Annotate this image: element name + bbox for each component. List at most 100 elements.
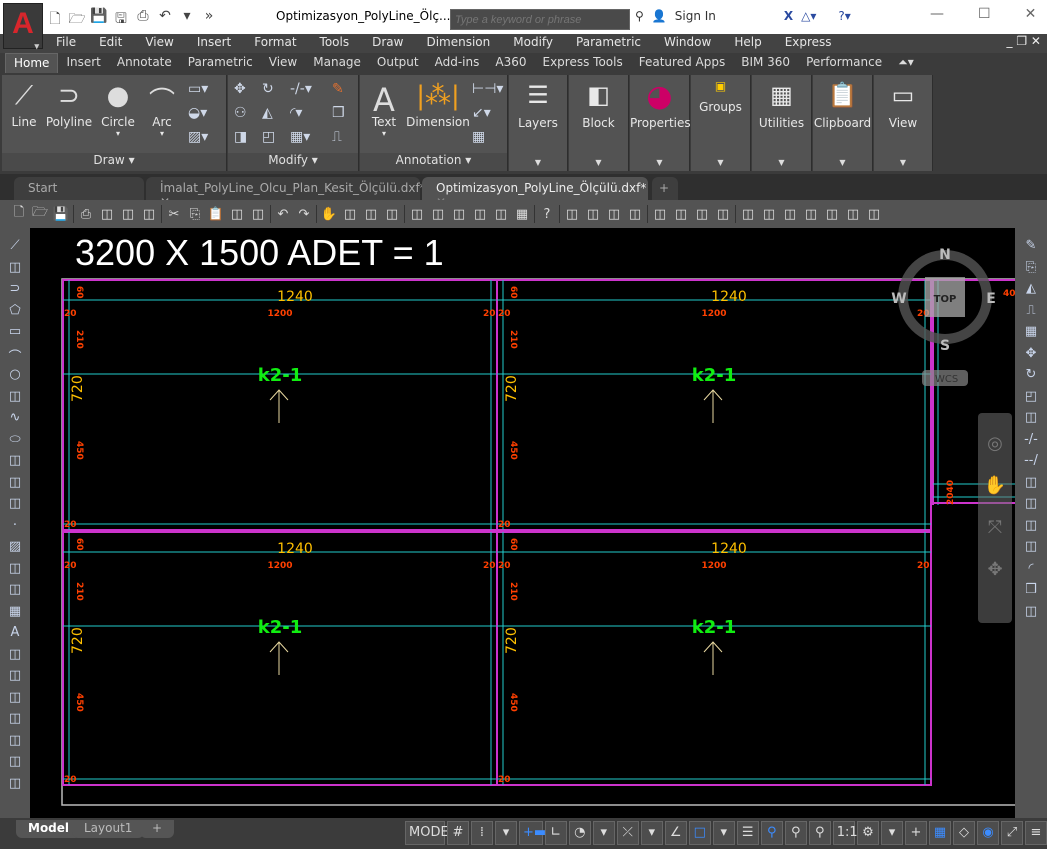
dim-diameter-icon[interactable]: ◫ xyxy=(693,207,711,222)
array-icon[interactable]: ▦▾ xyxy=(290,129,310,145)
zoom-object-icon[interactable]: ◫ xyxy=(4,754,26,774)
open-icon[interactable]: 🗁 xyxy=(68,8,86,32)
compass-west[interactable]: W xyxy=(891,291,906,307)
new-tab-button[interactable]: + xyxy=(652,177,678,200)
snap-button[interactable]: ⁞ xyxy=(470,821,493,845)
dropdown-icon[interactable]: ▾ xyxy=(178,8,196,32)
minimize-ribbon-button[interactable]: ⏶▾ xyxy=(890,53,922,73)
redo-icon[interactable]: ↷ xyxy=(295,207,313,222)
extend-icon[interactable]: --/ xyxy=(1020,453,1042,473)
dim-angular-icon[interactable]: ◫ xyxy=(714,207,732,222)
trim-icon[interactable]: -/-▾ xyxy=(290,81,312,97)
copy-icon[interactable]: ⎘ xyxy=(186,207,204,222)
add-selected-icon[interactable]: ◫ xyxy=(4,647,26,667)
dropdown-button[interactable]: ▾ xyxy=(712,821,735,845)
copy-icon[interactable]: ⎘ xyxy=(1020,260,1042,280)
sign-in-area[interactable]: ⚲ 👤 Sign In X △▾ ?▾ xyxy=(635,9,851,23)
tab-bim-360[interactable]: BIM 360 xyxy=(733,53,798,73)
zoom-window-icon[interactable]: ◫ xyxy=(362,207,380,222)
properties-icon[interactable]: ◫ xyxy=(408,207,426,222)
annotation-panel-title[interactable]: Annotation ▾ xyxy=(360,153,507,171)
clipboard-panel[interactable]: 📋 Clipboard ▼ xyxy=(813,75,873,171)
menu-file[interactable]: File xyxy=(56,34,85,53)
tab-home[interactable]: Home xyxy=(5,53,59,73)
print-icon[interactable]: ⎙ xyxy=(134,8,152,32)
drawing-canvas[interactable]: 3200 X 1500 ADET = 1 1240 1200 20 20 20 60 210… xyxy=(30,228,1015,818)
workspace-gear-button[interactable]: ⚙ xyxy=(857,821,879,845)
save-as-icon[interactable]: 🖫 xyxy=(112,8,130,32)
make-block-icon[interactable]: ◫ xyxy=(4,496,26,516)
isolate-button[interactable]: ◇ xyxy=(953,821,975,845)
3d-orbit-icon[interactable]: ◫ xyxy=(1020,604,1042,624)
block-panel[interactable]: ◧ Block ▼ xyxy=(569,75,629,171)
gradient-icon[interactable]: ◫ xyxy=(4,561,26,581)
arc-button[interactable]: ⌒ Arc ▾ xyxy=(144,81,180,138)
fillet-icon[interactable]: ◜▾ xyxy=(290,105,302,121)
menu-insert[interactable]: Insert xyxy=(197,34,240,53)
point-icon[interactable]: · xyxy=(4,518,26,538)
revcloud-icon[interactable]: ◫ xyxy=(4,389,26,409)
publish-icon[interactable]: ◫ xyxy=(140,207,158,222)
annotation-scale-button[interactable]: 1:1 xyxy=(832,821,858,845)
print-icon[interactable]: ⎙ xyxy=(77,207,95,222)
explode-icon[interactable]: ❒ xyxy=(1020,582,1042,602)
more-icon[interactable]: » xyxy=(200,8,218,32)
baseline-icon[interactable]: ◫ xyxy=(760,207,778,222)
tab-optimizasyon-file[interactable]: Optimizasyon_PolyLine_Ölçülü.dxf* ✕ xyxy=(422,177,648,209)
pan-icon[interactable]: ✋ xyxy=(320,207,338,222)
tab-view[interactable]: View xyxy=(261,53,305,73)
table-icon[interactable]: ▦ xyxy=(472,129,485,145)
polyline-button[interactable]: ⊃ Polyline xyxy=(44,81,94,129)
dim-break-icon[interactable]: ◫ xyxy=(823,207,841,222)
plus-button[interactable]: + xyxy=(905,821,927,845)
preview-icon[interactable]: ◫ xyxy=(98,207,116,222)
hardware-acceleration-button[interactable]: ◉ xyxy=(977,821,999,845)
match-properties-icon[interactable]: ◫ xyxy=(228,207,246,222)
polyline-icon[interactable]: ⊃ xyxy=(4,281,26,301)
tab-add-ins[interactable]: Add-ins xyxy=(427,53,488,73)
ellipse-icon[interactable]: ⬭ xyxy=(4,432,26,452)
text-button[interactable]: A Text ▾ xyxy=(366,81,402,138)
grid-button[interactable]: # xyxy=(446,821,469,845)
menu-dimension[interactable]: Dimension xyxy=(426,34,499,53)
multiline-text-icon[interactable]: A xyxy=(4,625,26,645)
dropdown-button[interactable]: ▾ xyxy=(640,821,663,845)
tab-featured-apps[interactable]: Featured Apps xyxy=(631,53,733,73)
zoom-realtime-icon[interactable]: ◫ xyxy=(341,207,359,222)
explode-icon[interactable]: ❒ xyxy=(332,105,345,121)
center-mark-icon[interactable]: ◫ xyxy=(865,207,883,222)
save-icon[interactable]: 💾 xyxy=(90,8,108,32)
orbit-icon[interactable]: ✥ xyxy=(978,549,1012,591)
annotation-visibility-button[interactable]: ⚲ xyxy=(760,821,783,845)
paste-icon[interactable]: 📋 xyxy=(207,207,225,222)
application-menu-button[interactable]: A ▾ xyxy=(3,3,43,51)
new-layout-button[interactable]: + xyxy=(140,820,175,838)
boundary-icon[interactable]: ▨▾ xyxy=(188,129,208,145)
scale-icon[interactable]: ◰ xyxy=(1020,389,1042,409)
layers-panel[interactable]: ☰ Layers ▼ xyxy=(509,75,568,171)
tab-manage[interactable]: Manage xyxy=(305,53,369,73)
hatch-icon[interactable]: ◒▾ xyxy=(188,105,207,121)
dimension-button[interactable]: |⁂| Dimension xyxy=(406,81,470,129)
otrack-button[interactable]: ∠ xyxy=(664,821,687,845)
dim-linear-icon[interactable]: ◫ xyxy=(563,207,581,222)
dim-jogged-icon[interactable]: ◫ xyxy=(672,207,690,222)
rotate-icon[interactable]: ↻ xyxy=(1020,367,1042,387)
rectangle-icon[interactable]: ▭▾ xyxy=(188,81,208,97)
compass-north[interactable]: N xyxy=(939,247,951,263)
quick-properties-button[interactable]: ▦ xyxy=(929,821,951,845)
tab-a360[interactable]: A360 xyxy=(487,53,534,73)
tab-layout1[interactable]: Layout1 xyxy=(72,820,145,838)
help-icon[interactable]: ?▾ xyxy=(838,9,850,23)
customize-button[interactable]: ≡ xyxy=(1025,821,1047,845)
zoom-previous-icon[interactable]: ◫ xyxy=(383,207,401,222)
tab-imalat-file[interactable]: İmalat_PolyLine_Olcu_Plan_Kesit_Ölçülü.d… xyxy=(146,177,426,209)
osnap-button[interactable]: ⤫ xyxy=(616,821,639,845)
chamfer-icon[interactable]: ◫ xyxy=(1020,539,1042,559)
exchange-icon[interactable]: X xyxy=(784,9,793,23)
line-button[interactable]: ⟋ Line xyxy=(8,81,40,129)
block-editor-icon[interactable]: ◫ xyxy=(249,207,267,222)
help-icon[interactable]: ? xyxy=(538,207,556,222)
annotation-scale-button[interactable]: ⚲ xyxy=(808,821,831,845)
save-icon[interactable]: 💾 xyxy=(52,207,70,222)
